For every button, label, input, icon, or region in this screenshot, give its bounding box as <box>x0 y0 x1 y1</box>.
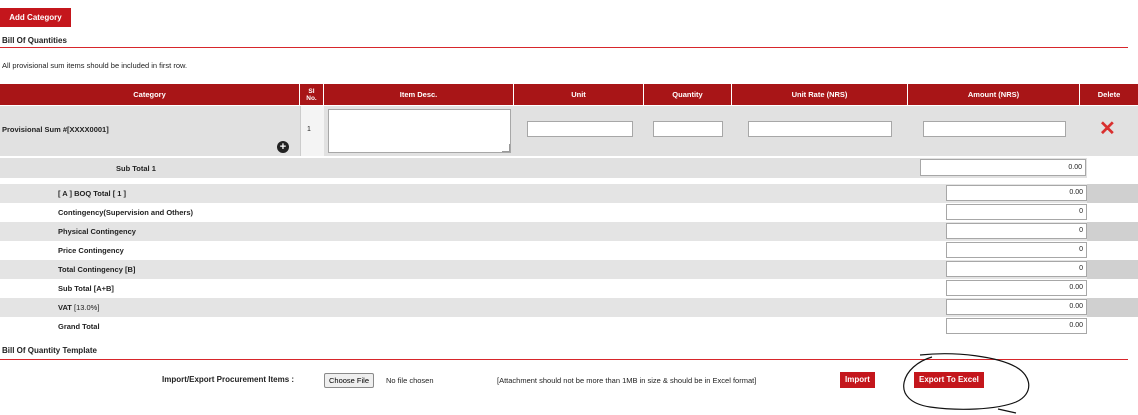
header-delete: Delete <box>1080 84 1138 105</box>
summary-label: Grand Total <box>58 322 100 331</box>
subtotal-spacer <box>1087 158 1138 178</box>
quantity-input[interactable] <box>653 121 723 137</box>
sl-no-value: 1 <box>307 126 311 133</box>
summary-spacer <box>1087 222 1138 241</box>
summary-label: Contingency(Supervision and Others) <box>58 208 194 217</box>
amount-cell <box>908 106 1080 156</box>
import-button[interactable]: Import <box>840 372 875 388</box>
header-sl-no: Sl No. <box>300 84 324 105</box>
summary-value[interactable]: 0.00 <box>946 318 1087 334</box>
summary-value[interactable]: 0 <box>946 223 1087 239</box>
summary-label: Physical Contingency <box>58 227 136 236</box>
unit-rate-cell <box>732 106 908 156</box>
header-category: Category <box>0 84 300 105</box>
category-name: Provisional Sum #[XXXX0001] <box>2 125 109 134</box>
summary-row-boq-total: [ A ] BOQ Total [ 1 ] 0.00 <box>0 184 1138 203</box>
vat-label: VAT <box>58 303 72 312</box>
header-unit: Unit <box>514 84 644 105</box>
header-unit-rate: Unit Rate (NRS) <box>732 84 908 105</box>
summary-row-contingency: Contingency(Supervision and Others) 0 <box>0 203 1138 222</box>
item-desc-cell <box>324 106 514 156</box>
vat-rate: [13.0%] <box>73 303 100 312</box>
summary-row-grand-total: Grand Total 0.00 <box>0 317 1138 336</box>
subtotal-label: Sub Total 1 <box>116 164 156 173</box>
boq-section-divider <box>0 47 1128 48</box>
attachment-note: [Attachment should not be more than 1MB … <box>497 376 757 385</box>
add-category-button[interactable]: Add Category <box>0 8 71 27</box>
summary-value[interactable]: 0 <box>946 204 1087 220</box>
summary-row-physical-contingency: Physical Contingency 0 <box>0 222 1138 241</box>
unit-input[interactable] <box>527 121 633 137</box>
summary-value[interactable]: 0 <box>946 242 1087 258</box>
boq-note: All provisional sum items should be incl… <box>2 61 188 70</box>
header-item-desc: Item Desc. <box>324 84 514 105</box>
item-desc-textarea[interactable] <box>328 109 511 153</box>
summary-label: Sub Total [A+B] <box>58 284 114 293</box>
quantity-cell <box>644 106 732 156</box>
category-cell: Provisional Sum #[XXXX0001] + <box>0 106 300 156</box>
summary-value[interactable]: 0 <box>946 261 1087 277</box>
unit-rate-input[interactable] <box>748 121 892 137</box>
amount-input[interactable] <box>923 121 1066 137</box>
summary-label: Price Contingency <box>58 246 124 255</box>
summary-spacer <box>1087 184 1138 203</box>
summary-value[interactable]: 0.00 <box>946 280 1087 296</box>
summary-value[interactable]: 0.00 <box>946 185 1087 201</box>
no-file-chosen-text: No file chosen <box>386 376 434 385</box>
delete-cell: ✕ <box>1080 106 1138 156</box>
add-row-plus-icon[interactable]: + <box>277 141 289 153</box>
summary-row-subtotal-ab: Sub Total [A+B] 0.00 <box>0 279 1138 298</box>
header-quantity: Quantity <box>644 84 732 105</box>
summary-row-vat: VAT [13.0%] 0.00 <box>0 298 1138 317</box>
summary-label: Total Contingency [B] <box>58 265 136 274</box>
sl-no-cell: 1 <box>300 106 325 156</box>
template-section-title: Bill Of Quantity Template <box>2 346 97 355</box>
subtotal-value[interactable]: 0.00 <box>920 159 1086 176</box>
summary-spacer <box>1087 298 1138 317</box>
summary-spacer <box>1087 260 1138 279</box>
summary-row-price-contingency: Price Contingency 0 <box>0 241 1138 260</box>
summary-label: [ A ] BOQ Total [ 1 ] <box>58 189 127 198</box>
delete-row-cross-icon[interactable]: ✕ <box>1099 119 1116 139</box>
hand-drawn-circle-annotation <box>903 353 1030 414</box>
unit-cell <box>514 106 644 156</box>
import-export-label: Import/Export Procurement Items : <box>162 375 295 384</box>
textarea-resize-icon[interactable] <box>502 144 510 152</box>
choose-file-button[interactable]: Choose File <box>324 373 375 388</box>
boq-section-title: Bill Of Quantities <box>2 36 67 45</box>
header-sl-no-label: Sl No. <box>306 87 317 102</box>
summary-value[interactable]: 0.00 <box>946 299 1087 315</box>
summary-row-total-contingency: Total Contingency [B] 0 <box>0 260 1138 279</box>
summary-label: VAT [13.0%] <box>58 303 99 312</box>
header-amount: Amount (NRS) <box>908 84 1080 105</box>
subtotal-row: Sub Total 1 0.00 <box>0 158 1138 178</box>
